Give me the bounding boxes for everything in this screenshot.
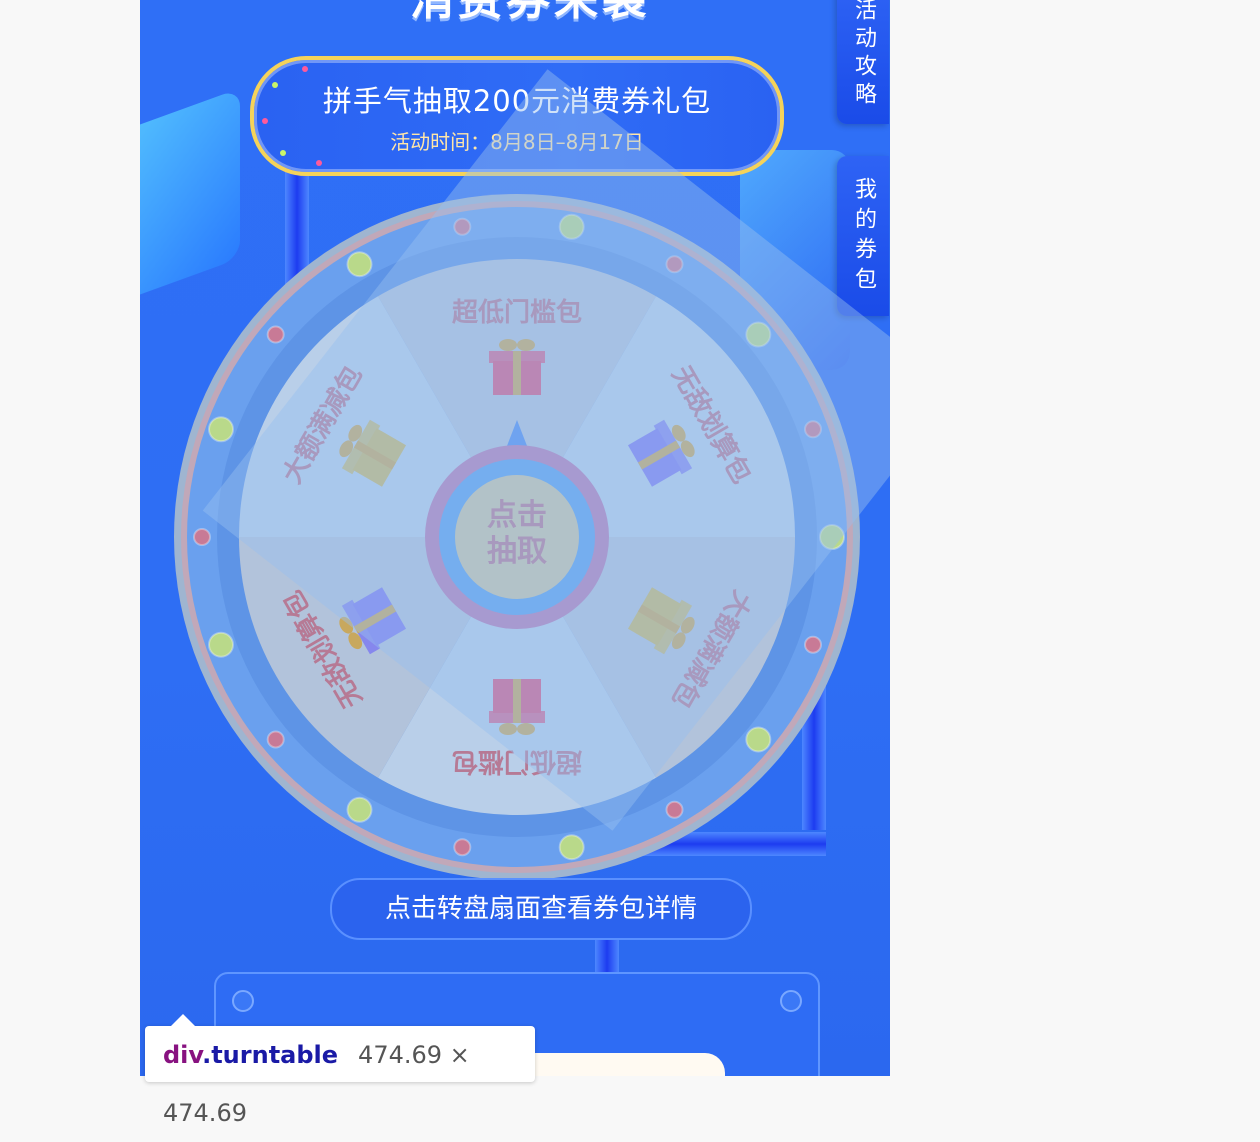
ring-bulb	[346, 251, 373, 278]
tooltip-class: .turntable	[202, 1041, 339, 1069]
ring-bulb	[346, 796, 373, 823]
screw-left	[232, 990, 254, 1012]
event-page: 消费券来袭 拼手气抽取200元消费券礼包 活动时间：8月8日–8月17日 活动攻…	[140, 0, 890, 1076]
page-title: 消费券来袭	[350, 0, 710, 30]
confetti-dot	[316, 160, 322, 166]
ring-bulb	[266, 325, 285, 344]
ring-bulb	[745, 726, 772, 753]
ring-bulb	[665, 800, 684, 819]
confetti-dot	[302, 66, 308, 72]
screw-right	[780, 990, 802, 1012]
confetti-dot	[280, 150, 286, 156]
confetti-dot	[262, 118, 268, 124]
pipe-center-down	[595, 934, 619, 976]
wheel-hint: 点击转盘扇面查看券包详情	[330, 878, 752, 940]
wheel-hint-text: 点击转盘扇面查看券包详情	[384, 894, 697, 924]
ring-bulb	[558, 834, 585, 861]
strategy-tab[interactable]: 活动攻略	[837, 0, 889, 124]
ring-bulb	[266, 730, 285, 749]
strategy-tab-label: 活动攻略	[851, 0, 876, 110]
ring-bulb	[207, 416, 234, 443]
page-title-text: 消费券来袭	[410, 0, 650, 25]
ring-bulb	[193, 528, 211, 546]
tooltip-arrow	[171, 1014, 195, 1026]
ring-bulb	[804, 635, 823, 654]
confetti-dot	[272, 82, 278, 88]
ring-bulb	[453, 838, 472, 857]
tooltip-tag: div	[163, 1041, 203, 1069]
ring-bulb	[207, 631, 234, 658]
devtools-element-tooltip: div.turntable 474.69 × 474.69	[145, 1014, 535, 1127]
